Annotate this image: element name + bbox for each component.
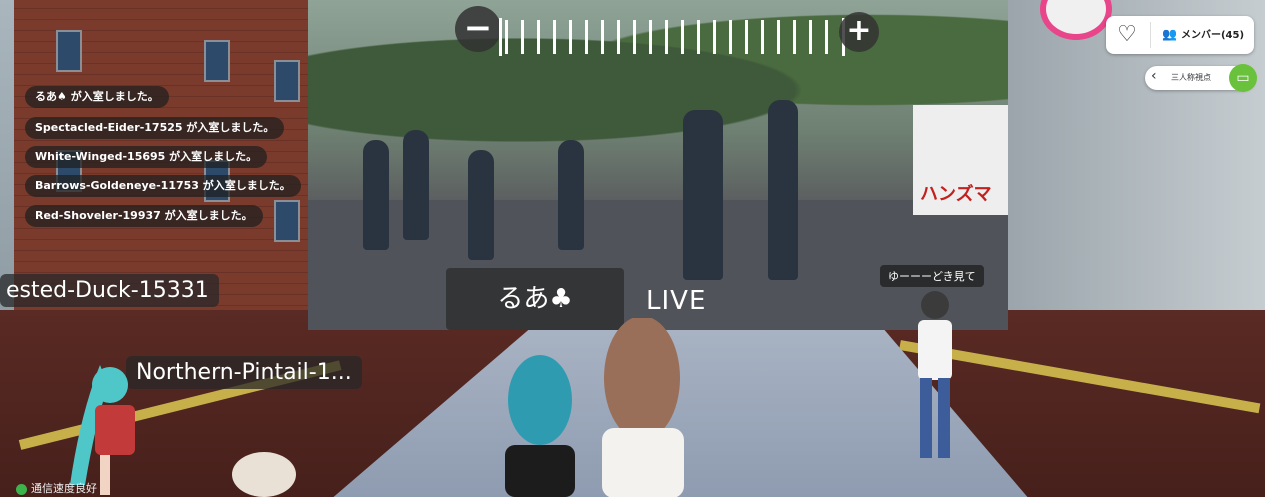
user-name-tag: Northern-Pintail-1... (126, 356, 362, 389)
view-mode-toggle[interactable]: ‹ 三人称視点 ▭ (1145, 64, 1257, 92)
stream-performer (468, 150, 494, 260)
status-dot-icon (16, 483, 27, 495)
chat-message: Barrows-Goldeneye-11753 が入室しました。 (25, 175, 301, 197)
zoom-track[interactable] (505, 20, 835, 54)
heart-icon[interactable]: ♡ (1114, 22, 1140, 48)
zoom-in-button[interactable]: + (839, 12, 879, 52)
chat-message: Red-Shoveler-19937 が入室しました。 (25, 205, 263, 227)
virtual-world-scene[interactable]: ハンズマ − + るあ♠ が入室しました。 Spectacled-Eider-1… (0, 0, 1265, 497)
people-icon: 👥 (1162, 27, 1177, 41)
chat-message: White-Winged-15695 が入室しました。 (25, 146, 268, 168)
avatar-teal-twin-tails[interactable] (60, 355, 160, 497)
top-right-toolbar: ♡ 👥 メンバー(45) (1106, 16, 1254, 54)
members-label: メンバー(45) (1180, 30, 1245, 41)
chat-message: るあ♠ が入室しました。 (25, 86, 169, 108)
divider (1150, 22, 1151, 48)
user-name-tag: ested-Duck-15331 (0, 274, 219, 307)
connection-status: 通信速度良好 (16, 480, 97, 496)
stream-performer (363, 140, 389, 250)
chevron-left-icon[interactable]: ‹ (1151, 68, 1157, 84)
connection-status-label: 通信速度良好 (31, 482, 97, 495)
stream-performer (683, 110, 723, 280)
stream-corner-caption: ゆーーーどき見て (880, 265, 984, 287)
avatar-head[interactable] (232, 452, 296, 497)
members-button[interactable]: 👥 メンバー(45) (1162, 26, 1244, 41)
zoom-out-button[interactable]: − (455, 6, 501, 52)
building-window (274, 200, 300, 242)
zoom-slider[interactable]: − + (455, 6, 885, 58)
camera-icon[interactable]: ▭ (1229, 64, 1257, 92)
stream-performer (558, 140, 584, 250)
building-window (274, 60, 300, 102)
stream-performer (768, 100, 798, 280)
avatar-brown-hair[interactable] (590, 318, 695, 497)
building-window (56, 30, 82, 72)
view-mode-label: 三人称視点 (1171, 73, 1211, 82)
avatar-blue-hair[interactable] (495, 355, 585, 497)
avatar-standing-boy[interactable] (900, 290, 970, 470)
stream-banner-text: ハンズマ (920, 184, 992, 205)
stream-performer (403, 130, 429, 240)
building-window (204, 40, 230, 82)
chat-message: Spectacled-Eider-17525 が入室しました。 (25, 117, 285, 139)
live-label: LIVE (646, 286, 707, 316)
